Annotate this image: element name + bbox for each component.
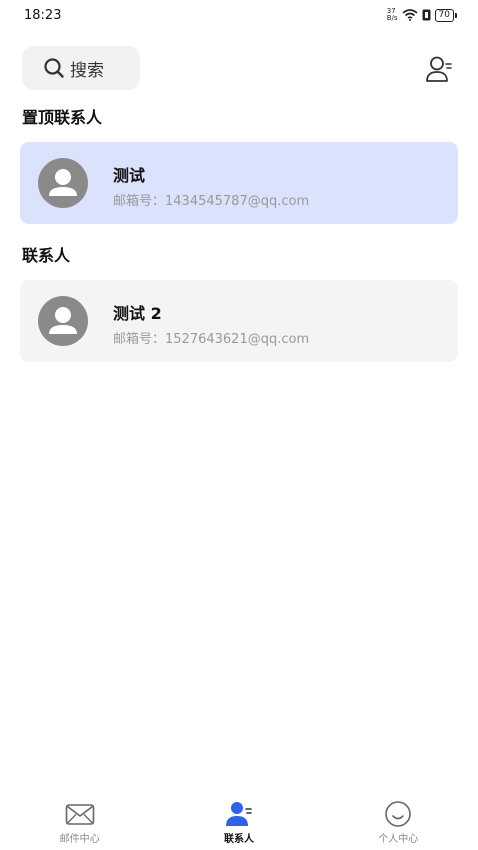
status-icons: 37 B/s 70 <box>386 7 458 22</box>
status-bar: 18:23 37 B/s 70 <box>0 0 478 32</box>
pinned-section-title: 置顶联系人 <box>22 108 103 127</box>
profile-icon <box>385 801 412 827</box>
contact-email: 邮箱号：1434545787@qq.com <box>113 194 310 209</box>
search-icon <box>44 58 64 78</box>
tab-contacts[interactable]: 联系人 <box>159 792 318 850</box>
network-speed: 37 B/s <box>386 7 398 22</box>
mail-icon <box>65 804 94 825</box>
avatar-icon <box>38 158 88 208</box>
contacts-icon <box>225 802 252 826</box>
tab-profile-center[interactable]: 个人中心 <box>319 792 478 850</box>
pinned-contact-card[interactable]: 测试 邮箱号：1434545787@qq.com <box>20 142 458 224</box>
wifi-icon <box>402 9 418 21</box>
tab-label: 联系人 <box>223 834 254 845</box>
bottom-tab-bar: 邮件中心 联系人 个人中心 <box>0 792 478 850</box>
sim-icon <box>422 9 431 21</box>
status-time: 18:23 <box>24 8 62 23</box>
tab-label: 个人中心 <box>378 834 419 845</box>
battery-indicator: 70 <box>434 8 458 22</box>
contact-name: 测试 2 <box>113 304 162 323</box>
contacts-section-title: 联系人 <box>22 246 71 265</box>
tab-label: 邮件中心 <box>59 834 100 845</box>
search-label: 搜索 <box>70 60 104 81</box>
contact-email: 邮箱号：1527643621@qq.com <box>113 332 310 347</box>
avatar-icon <box>38 296 88 346</box>
search-button[interactable]: 搜索 <box>22 46 140 90</box>
tab-mail-center[interactable]: 邮件中心 <box>0 792 159 850</box>
contact-card[interactable]: 测试 2 邮箱号：1527643621@qq.com <box>20 280 458 362</box>
add-contact-icon[interactable] <box>424 54 454 84</box>
contact-name: 测试 <box>113 166 146 185</box>
